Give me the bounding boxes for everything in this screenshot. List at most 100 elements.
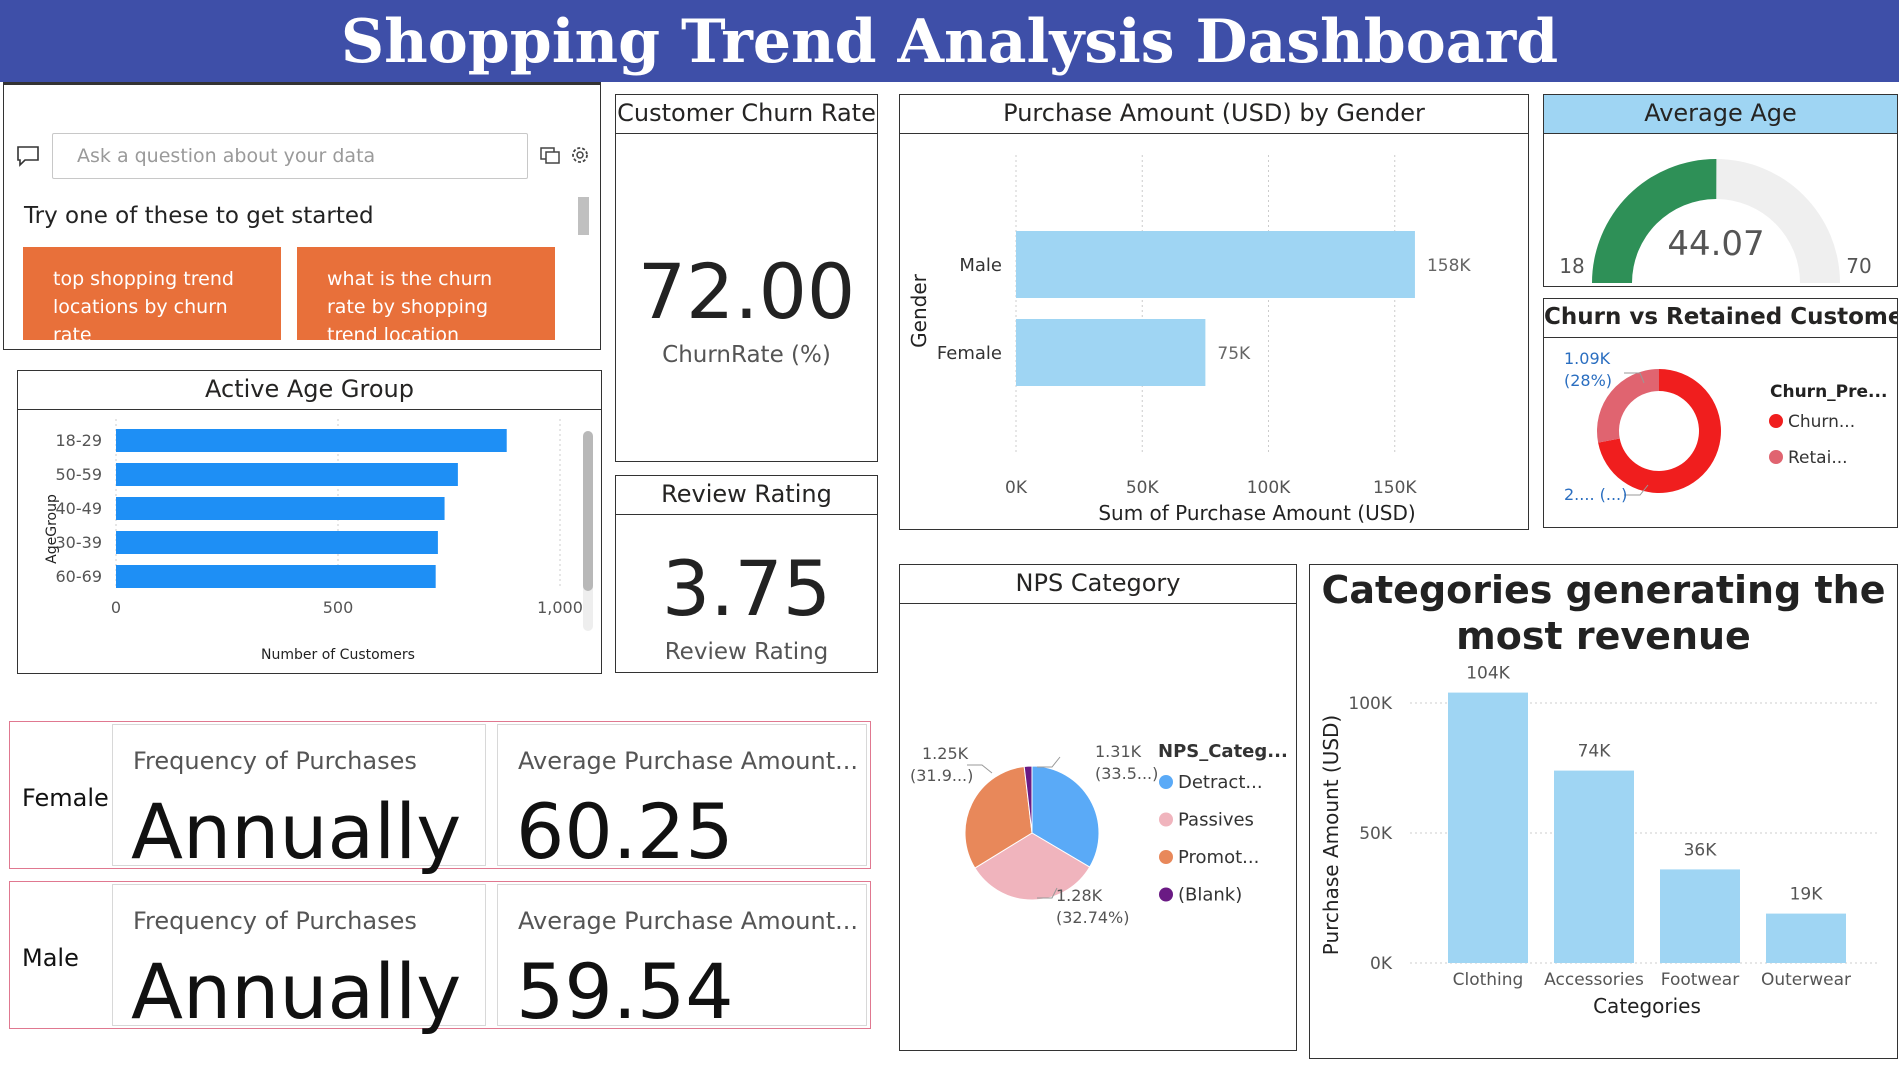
gender-y-axis-title: Gender bbox=[907, 273, 931, 347]
nps-title: NPS Category bbox=[900, 565, 1296, 604]
active-age-panel: Active Age Group 0 500 1,000 18-29 50-59 40-4… bbox=[17, 370, 602, 674]
donut-legend-label: Churn... bbox=[1788, 412, 1855, 432]
nps-legend-label: Promot... bbox=[1178, 847, 1259, 868]
nps-label-pct: (33.5...) bbox=[1095, 764, 1158, 783]
revenue-bar bbox=[1448, 692, 1528, 963]
male-avg-purchase-value: 59.54 bbox=[516, 947, 734, 1036]
revenue-bar bbox=[1766, 913, 1846, 963]
revenue-x-axis-title: Categories bbox=[1593, 994, 1701, 1018]
average-age-title: Average Age bbox=[1544, 95, 1897, 134]
churn-rate-value: 72.00 bbox=[637, 247, 856, 336]
churn-retained-title: Churn vs Retained Customers bbox=[1544, 299, 1897, 338]
revenue-data-label: 36K bbox=[1684, 840, 1718, 860]
male-frequency-card: Frequency of Purchases Annually bbox=[112, 884, 486, 1036]
nps-legend-marker bbox=[1159, 812, 1173, 827]
gear-icon[interactable] bbox=[568, 143, 592, 167]
nps-label-value: 1.25K bbox=[922, 744, 969, 763]
female-avg-purchase-value: 60.25 bbox=[516, 787, 734, 876]
revenue-bar bbox=[1660, 869, 1740, 963]
age-category-label: 60-69 bbox=[56, 567, 103, 586]
revenue-category-label: Footwear bbox=[1661, 970, 1739, 990]
male-label: Male bbox=[22, 944, 79, 972]
revenue-y-tick: 100K bbox=[1348, 694, 1392, 714]
average-age-panel: Average Age 44.07 18 70 bbox=[1543, 94, 1898, 287]
nps-label-value: 1.28K bbox=[1056, 886, 1103, 905]
nps-legend-marker bbox=[1159, 887, 1173, 902]
age-x-axis-title: Number of Customers bbox=[261, 647, 415, 663]
gender-x-tick: 50K bbox=[1126, 478, 1160, 498]
revenue-category-label: Outerwear bbox=[1761, 970, 1851, 990]
copy-icon[interactable] bbox=[538, 143, 562, 167]
qa-scrollbar[interactable] bbox=[578, 197, 589, 235]
nps-legend-marker bbox=[1159, 850, 1173, 864]
qa-prompt: Try one of these to get started bbox=[24, 203, 374, 229]
revenue-data-label: 74K bbox=[1578, 742, 1612, 762]
gender-purchase-title: Purchase Amount (USD) by Gender bbox=[900, 95, 1528, 134]
donut-legend-label: Retai... bbox=[1788, 448, 1848, 468]
dashboard-title: Shopping Trend Analysis Dashboard bbox=[0, 0, 1899, 82]
gauge-value: 44.07 bbox=[1667, 224, 1764, 264]
revenue-panel: Categories generating the most revenue 0… bbox=[1309, 564, 1898, 1059]
suggestion-button-2[interactable]: what is the churn rate by shopping trend… bbox=[297, 247, 555, 340]
age-bar bbox=[116, 531, 438, 554]
churn-rate-title: Customer Churn Rate bbox=[616, 95, 877, 134]
donut-legend-marker bbox=[1769, 414, 1783, 428]
revenue-category-label: Clothing bbox=[1453, 970, 1524, 990]
female-frequency-label: Frequency of Purchases bbox=[133, 747, 417, 775]
age-bar bbox=[116, 497, 445, 520]
revenue-data-label: 104K bbox=[1466, 665, 1510, 684]
active-age-title: Active Age Group bbox=[18, 371, 601, 410]
revenue-data-label: 19K bbox=[1790, 885, 1824, 905]
qa-search-input[interactable]: Ask a question about your data bbox=[52, 133, 528, 179]
nps-label-value: 1.31K bbox=[1095, 742, 1142, 761]
female-frequency-card: Frequency of Purchases Annually bbox=[112, 724, 486, 876]
suggestion-button-1[interactable]: top shopping trend locations by churn ra… bbox=[23, 247, 281, 340]
revenue-y-tick: 50K bbox=[1359, 824, 1393, 844]
revenue-bar bbox=[1554, 770, 1634, 963]
nps-chart: 1.31K (33.5...) 1.28K (32.74%) 1.25K (31.9...… bbox=[910, 741, 1288, 927]
gender-purchase-panel: Purchase Amount (USD) by Gender 0K 50K 100… bbox=[899, 94, 1529, 530]
gender-category-label: Male bbox=[959, 255, 1002, 276]
age-x-tick: 0 bbox=[111, 598, 121, 617]
average-age-gauge: 44.07 18 70 bbox=[1559, 159, 1872, 283]
active-age-chart: 0 500 1,000 18-29 50-59 40-49 30-39 60-69 Number… bbox=[44, 419, 593, 663]
female-avg-purchase-card: Average Purchase Amount... 60.25 bbox=[497, 724, 867, 876]
nps-panel: NPS Category 1.31K (33.5...) 1.28K (32.74%)… bbox=[899, 564, 1297, 1051]
age-category-label: 50-59 bbox=[56, 465, 103, 484]
donut-label-churn: 2.... (...) bbox=[1564, 485, 1627, 504]
age-category-label: 40-49 bbox=[56, 499, 103, 518]
gender-purchase-chart: 0K 50K 100K 150K Male 158K Female 75K Sum of Pur… bbox=[907, 155, 1471, 525]
review-rating-card: Review Rating 3.75 Review Rating bbox=[615, 475, 878, 673]
churn-rate-label: ChurnRate (%) bbox=[662, 342, 831, 368]
revenue-y-axis-title: Purchase Amount (USD) bbox=[1319, 715, 1343, 955]
age-x-tick: 1,000 bbox=[537, 598, 583, 617]
male-avg-purchase-card: Average Purchase Amount... 59.54 bbox=[497, 884, 867, 1036]
donut-legend-marker bbox=[1769, 450, 1783, 464]
gauge-max: 70 bbox=[1846, 254, 1871, 278]
age-scroll-thumb bbox=[583, 431, 593, 591]
revenue-y-tick: 0K bbox=[1370, 954, 1393, 974]
gender-bar bbox=[1016, 319, 1206, 386]
gauge-min: 18 bbox=[1559, 254, 1584, 278]
qa-panel: Ask a question about your data Try one o… bbox=[3, 82, 601, 350]
gender-x-tick: 0K bbox=[1005, 478, 1028, 498]
review-rating-value: 3.75 bbox=[661, 544, 832, 633]
nps-legend-label: Detract... bbox=[1178, 772, 1263, 793]
revenue-chart: 0K 50K 100K 104K Clothing 74K Accessories 36K Fo… bbox=[1319, 665, 1880, 1018]
male-card-row: Male Frequency of Purchases Annually Ave… bbox=[9, 881, 871, 1036]
age-bar bbox=[116, 429, 507, 452]
gender-category-label: Female bbox=[937, 343, 1002, 364]
chat-icon[interactable] bbox=[16, 145, 40, 167]
gender-x-tick: 100K bbox=[1247, 478, 1291, 498]
age-y-axis-title: AgeGroup bbox=[44, 494, 60, 564]
nps-legend-marker bbox=[1159, 775, 1173, 789]
nps-legend-label: Passives bbox=[1178, 810, 1254, 831]
female-avg-purchase-label: Average Purchase Amount... bbox=[518, 747, 858, 775]
nps-leader-line bbox=[1037, 756, 1061, 768]
nps-label-pct: (32.74%) bbox=[1056, 908, 1130, 927]
gender-data-label: 158K bbox=[1427, 256, 1471, 276]
age-category-label: 30-39 bbox=[56, 533, 103, 552]
gender-x-tick: 150K bbox=[1373, 478, 1417, 498]
female-card-row: Female Frequency of Purchases Annually A… bbox=[9, 721, 871, 876]
churn-rate-card: Customer Churn Rate 72.00 ChurnRate (%) bbox=[615, 94, 878, 462]
